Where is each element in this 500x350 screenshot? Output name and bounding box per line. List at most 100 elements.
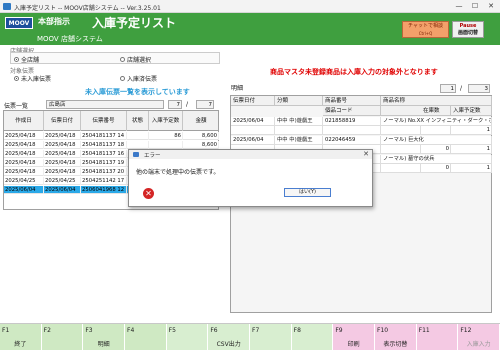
- row-slip-number: 2506041968 12: [81, 186, 127, 194]
- radio-unreceived-label: 未入庫伝票: [21, 76, 52, 83]
- fkey-f2[interactable]: F2: [41, 324, 84, 350]
- fkey-f8[interactable]: F8: [291, 324, 334, 350]
- row-created-date: 2025/04/25: [4, 177, 44, 185]
- chat-label: チャットで相談: [408, 23, 443, 29]
- detail-category[interactable]: 中中 中)遊戯王: [275, 136, 323, 145]
- dialog-titlebar: エラー ✕: [129, 150, 372, 159]
- detail-product-code[interactable]: 022046459: [323, 136, 381, 145]
- right-page-current: 1: [440, 84, 456, 93]
- row-created-date: 2025/06/04: [4, 186, 44, 194]
- row-status: [127, 132, 149, 140]
- dcol-item-code[interactable]: 個品コード: [323, 106, 381, 116]
- fkey-label: CSV出力: [216, 341, 241, 348]
- dcol-planned-qty[interactable]: 入庫予定数: [451, 106, 492, 116]
- fkey-code: F9: [335, 327, 343, 334]
- table-row[interactable]: 2025/04/18 2025/04/18 2504181137 14 86 8,600: [4, 132, 219, 140]
- detail-stock[interactable]: [421, 126, 451, 135]
- radio-unreceived[interactable]: 未入庫伝票: [14, 74, 51, 83]
- row-created-date: 2025/04/18: [4, 150, 44, 158]
- page-title: 入庫予定リスト: [92, 16, 177, 30]
- table-row[interactable]: 2025/04/18 2025/04/18 2504181137 18 8,600: [4, 141, 219, 149]
- dcol-product-number[interactable]: 商品番号: [323, 96, 381, 106]
- radio-all-stores[interactable]: 全店舗: [14, 55, 39, 64]
- col-created-date[interactable]: 作成日: [4, 111, 44, 131]
- pause-screen-switch-button[interactable]: Pause 画面切替: [452, 21, 484, 38]
- fkey-f12[interactable]: F12 入庫入力: [458, 324, 500, 350]
- fkey-label: 入庫入力: [466, 341, 491, 348]
- detail-date[interactable]: 2025/06/04: [231, 136, 275, 145]
- fkey-f6[interactable]: F6 CSV出力: [208, 324, 250, 350]
- detail-date[interactable]: 2025/06/04: [231, 117, 275, 126]
- detail-planned-qty[interactable]: 1: [451, 145, 492, 154]
- moov-logo: MOOV: [5, 17, 33, 29]
- pause-sub-label: 画面切替: [457, 30, 478, 36]
- fkey-f11[interactable]: F11: [416, 324, 459, 350]
- dialog-close-button[interactable]: ✕: [363, 150, 369, 159]
- fkey-code: F11: [418, 327, 430, 334]
- radio-select-store[interactable]: 店舗選択: [120, 55, 151, 64]
- list-status-banner: 未入庫伝票一覧を表示しています: [85, 88, 190, 96]
- col-status[interactable]: 状態: [127, 111, 149, 131]
- detail-category[interactable]: 中中 中)遊戯王: [275, 117, 323, 126]
- fkey-code: F10: [377, 327, 389, 334]
- fkey-f4[interactable]: F4: [125, 324, 167, 350]
- fkey-label: 印刷: [347, 341, 360, 348]
- fkey-f10[interactable]: F10 表示切替: [375, 324, 417, 350]
- radio-select-store-label: 店舗選択: [127, 57, 152, 64]
- minimize-button[interactable]: —: [452, 1, 466, 11]
- fkey-f9[interactable]: F9 印刷: [333, 324, 375, 350]
- detail-product-name[interactable]: ノーマル) 墓守の伏兵: [381, 155, 492, 164]
- dcol-stock[interactable]: 在庫数: [421, 106, 451, 116]
- col-planned-qty[interactable]: 入庫予定数: [149, 111, 183, 131]
- detail-blank: [275, 126, 323, 135]
- radio-off-icon: [120, 57, 125, 62]
- dialog-message: 他の端末で処理中の伝票です。: [136, 169, 220, 176]
- chat-consult-button[interactable]: チャットで相談 Ctrl+Q: [402, 21, 449, 38]
- detail-planned-qty[interactable]: 1: [451, 164, 492, 173]
- detail-blank: [381, 126, 421, 135]
- radio-off-icon: [120, 76, 125, 81]
- right-page-sep: /: [460, 85, 463, 92]
- col-slip-number[interactable]: 伝票番号: [81, 111, 127, 131]
- dialog-ok-button[interactable]: はい(Y): [284, 188, 331, 197]
- fkey-f5[interactable]: F5: [166, 324, 209, 350]
- window-close-button[interactable]: ✕: [484, 1, 498, 11]
- radio-received-label: 入庫済伝票: [127, 76, 158, 83]
- row-created-date: 2025/04/18: [4, 168, 44, 176]
- detail-planned-qty[interactable]: 1: [451, 126, 492, 135]
- dcol-product-name[interactable]: 商品名称: [381, 96, 492, 106]
- chat-shortcut: Ctrl+Q: [418, 31, 433, 36]
- store-name-field: 広島店: [46, 100, 164, 109]
- fkey-label: 明細: [97, 341, 110, 348]
- row-amount: 8,600: [183, 132, 219, 140]
- fkey-f1[interactable]: F1 終了: [0, 324, 42, 350]
- detail-product-code[interactable]: 021858819: [323, 117, 381, 126]
- pause-label: Pause: [459, 23, 477, 29]
- detail-product-name[interactable]: ノーマル) 巨大化: [381, 136, 492, 145]
- window-title: 入庫予定リスト -- MOOV店舗システム -- Ver.3.25.01: [14, 5, 161, 12]
- fkey-code: F4: [127, 327, 135, 334]
- detail-stock[interactable]: 0: [421, 164, 451, 173]
- left-page-current: 7: [168, 100, 182, 109]
- dcol-category[interactable]: 分類: [275, 96, 323, 106]
- fkey-f3[interactable]: F3 明細: [83, 324, 125, 350]
- detail-stock[interactable]: 0: [421, 145, 451, 154]
- row-status: [127, 141, 149, 149]
- row-slip-date: 2025/04/18: [44, 159, 81, 167]
- col-slip-date[interactable]: 伝票日付: [44, 111, 81, 131]
- fkey-f7[interactable]: F7: [250, 324, 292, 350]
- maximize-button[interactable]: ☐: [468, 1, 482, 11]
- fkey-code: F5: [168, 327, 176, 334]
- system-name: MOOV 店舗システム: [37, 35, 103, 43]
- fkey-code: F2: [43, 327, 51, 334]
- store-selection-group: [10, 52, 220, 64]
- left-page-total: 7: [196, 100, 214, 109]
- radio-received[interactable]: 入庫済伝票: [120, 74, 157, 83]
- row-slip-date: 2025/04/18: [44, 150, 81, 158]
- row-slip-date: 2025/04/18: [44, 141, 81, 149]
- function-key-bar: F1 終了 F2 F3 明細 F4 F5 F6 CSV出力 F7 F8 F9 印刷 F10 表示切替 F11 F…: [0, 323, 500, 350]
- detail-product-name[interactable]: ノーマル) No.XX インフィニティ・ダーク・ホープ: [381, 117, 492, 126]
- col-amount[interactable]: 金額: [183, 111, 219, 131]
- row-created-date: 2025/04/18: [4, 159, 44, 167]
- dcol-slip-date[interactable]: 伝票日付: [231, 96, 275, 106]
